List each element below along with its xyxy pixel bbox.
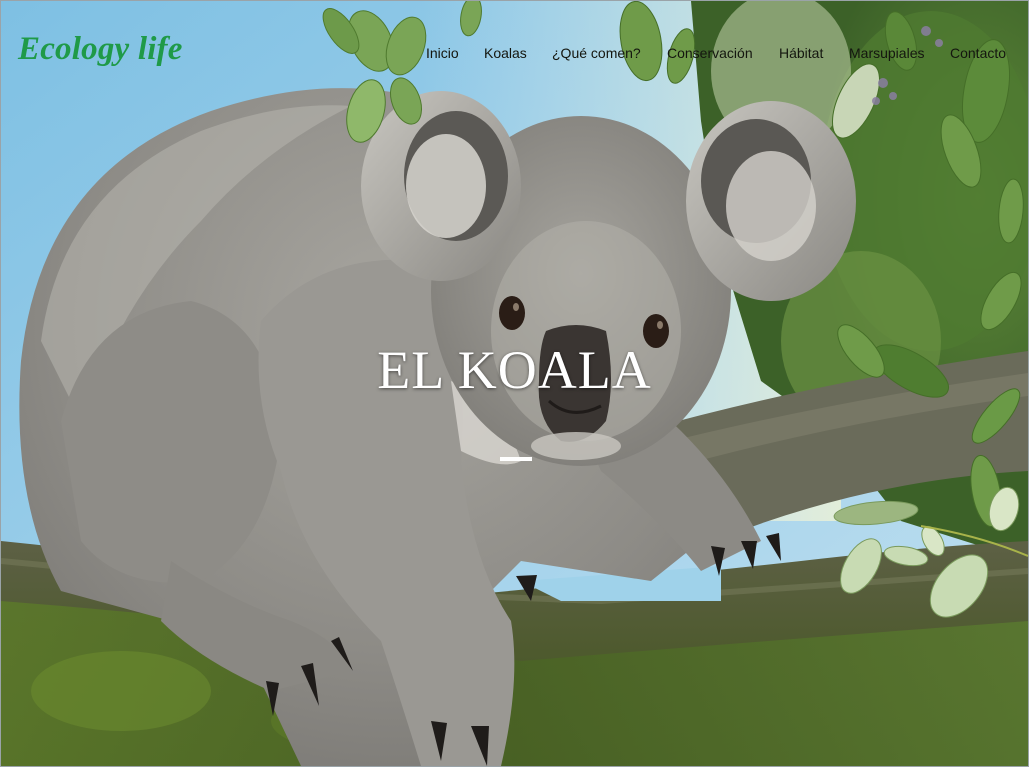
hero-divider bbox=[500, 457, 532, 461]
page: Ecology life Inicio Koalas ¿Qué comen? C… bbox=[0, 0, 1029, 767]
hero-title: EL KOALA bbox=[377, 340, 652, 400]
nav-item-habitat[interactable]: Hábitat bbox=[779, 45, 823, 61]
nav-item-inicio[interactable]: Inicio bbox=[426, 45, 459, 61]
main-nav: Inicio Koalas ¿Qué comen? Conservación H… bbox=[1, 45, 1028, 65]
nav-item-que-comen[interactable]: ¿Qué comen? bbox=[552, 45, 641, 61]
nav-item-conservacion[interactable]: Conservación bbox=[667, 45, 753, 61]
nav-item-contacto[interactable]: Contacto bbox=[950, 45, 1006, 61]
nav-item-marsupiales[interactable]: Marsupiales bbox=[849, 45, 924, 61]
nav-item-koalas[interactable]: Koalas bbox=[484, 45, 527, 61]
